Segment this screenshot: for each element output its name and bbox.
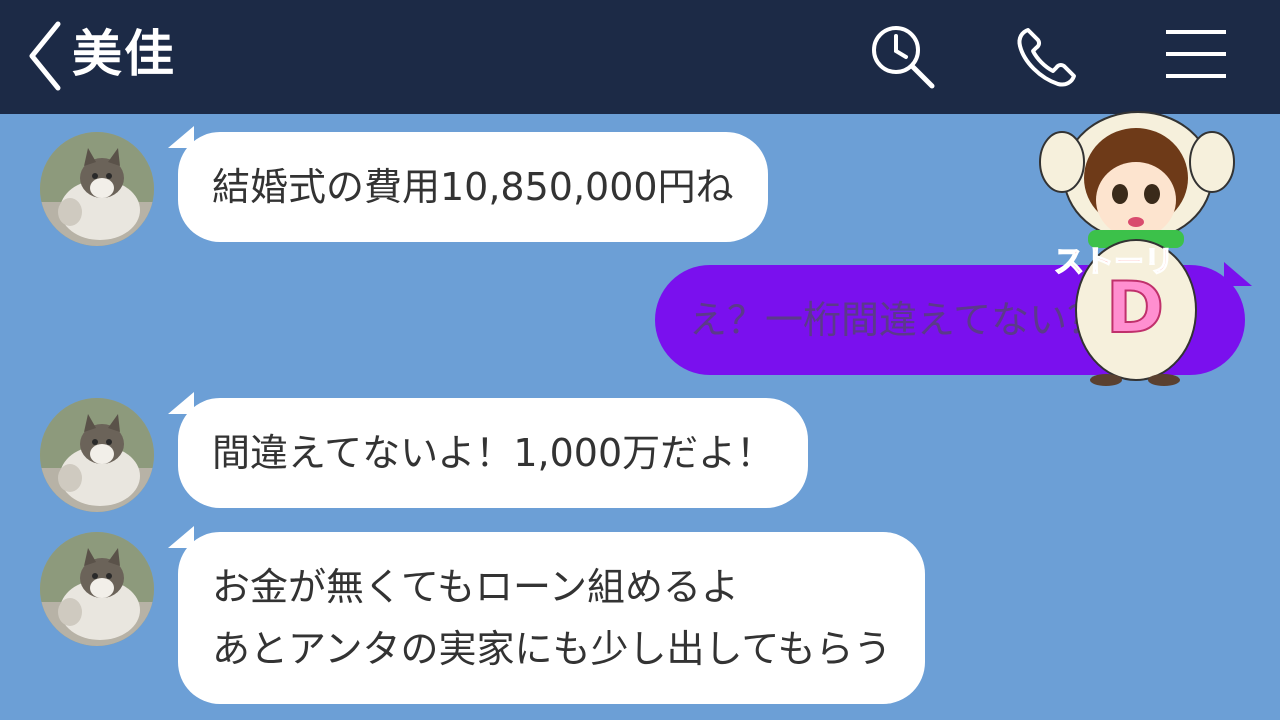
mascot-letter: D bbox=[1106, 267, 1164, 349]
message-text: お金が無くてもローン組めるよ bbox=[212, 565, 740, 609]
mascot-character-image: ストーリ D bbox=[1039, 111, 1235, 386]
bubble-tail bbox=[168, 126, 194, 148]
message-text: 間違えてないよ！1,000万だよ！ bbox=[212, 431, 775, 475]
phone-icon[interactable] bbox=[1012, 20, 1084, 92]
chat-title: 美佳 bbox=[72, 25, 176, 83]
cat-avatar-image bbox=[40, 532, 154, 646]
received-bubble[interactable]: 間違えてないよ！1,000万だよ！ bbox=[168, 392, 809, 508]
menu-icon[interactable] bbox=[1160, 20, 1232, 92]
chevron-left-icon[interactable] bbox=[22, 18, 70, 94]
cat-avatar-image bbox=[40, 132, 154, 246]
avatar[interactable] bbox=[40, 132, 154, 246]
message-text: 結婚式の費用10,850,000円ね bbox=[212, 165, 734, 209]
avatar[interactable] bbox=[40, 532, 154, 646]
search-icon[interactable] bbox=[866, 20, 938, 92]
chat-header: 美佳 bbox=[0, 0, 1280, 114]
cat-avatar-image bbox=[40, 398, 154, 512]
message-text: あとアンタの実家にも少し出してもらう bbox=[212, 627, 892, 671]
bubble-tail bbox=[168, 526, 194, 548]
received-bubble[interactable]: お金が無くてもローン組めるよ あとアンタの実家にも少し出してもらう bbox=[168, 526, 926, 704]
received-bubble[interactable]: 結婚式の費用10,850,000円ね bbox=[168, 126, 768, 242]
avatar[interactable] bbox=[40, 398, 154, 512]
bubble-tail bbox=[168, 392, 194, 414]
